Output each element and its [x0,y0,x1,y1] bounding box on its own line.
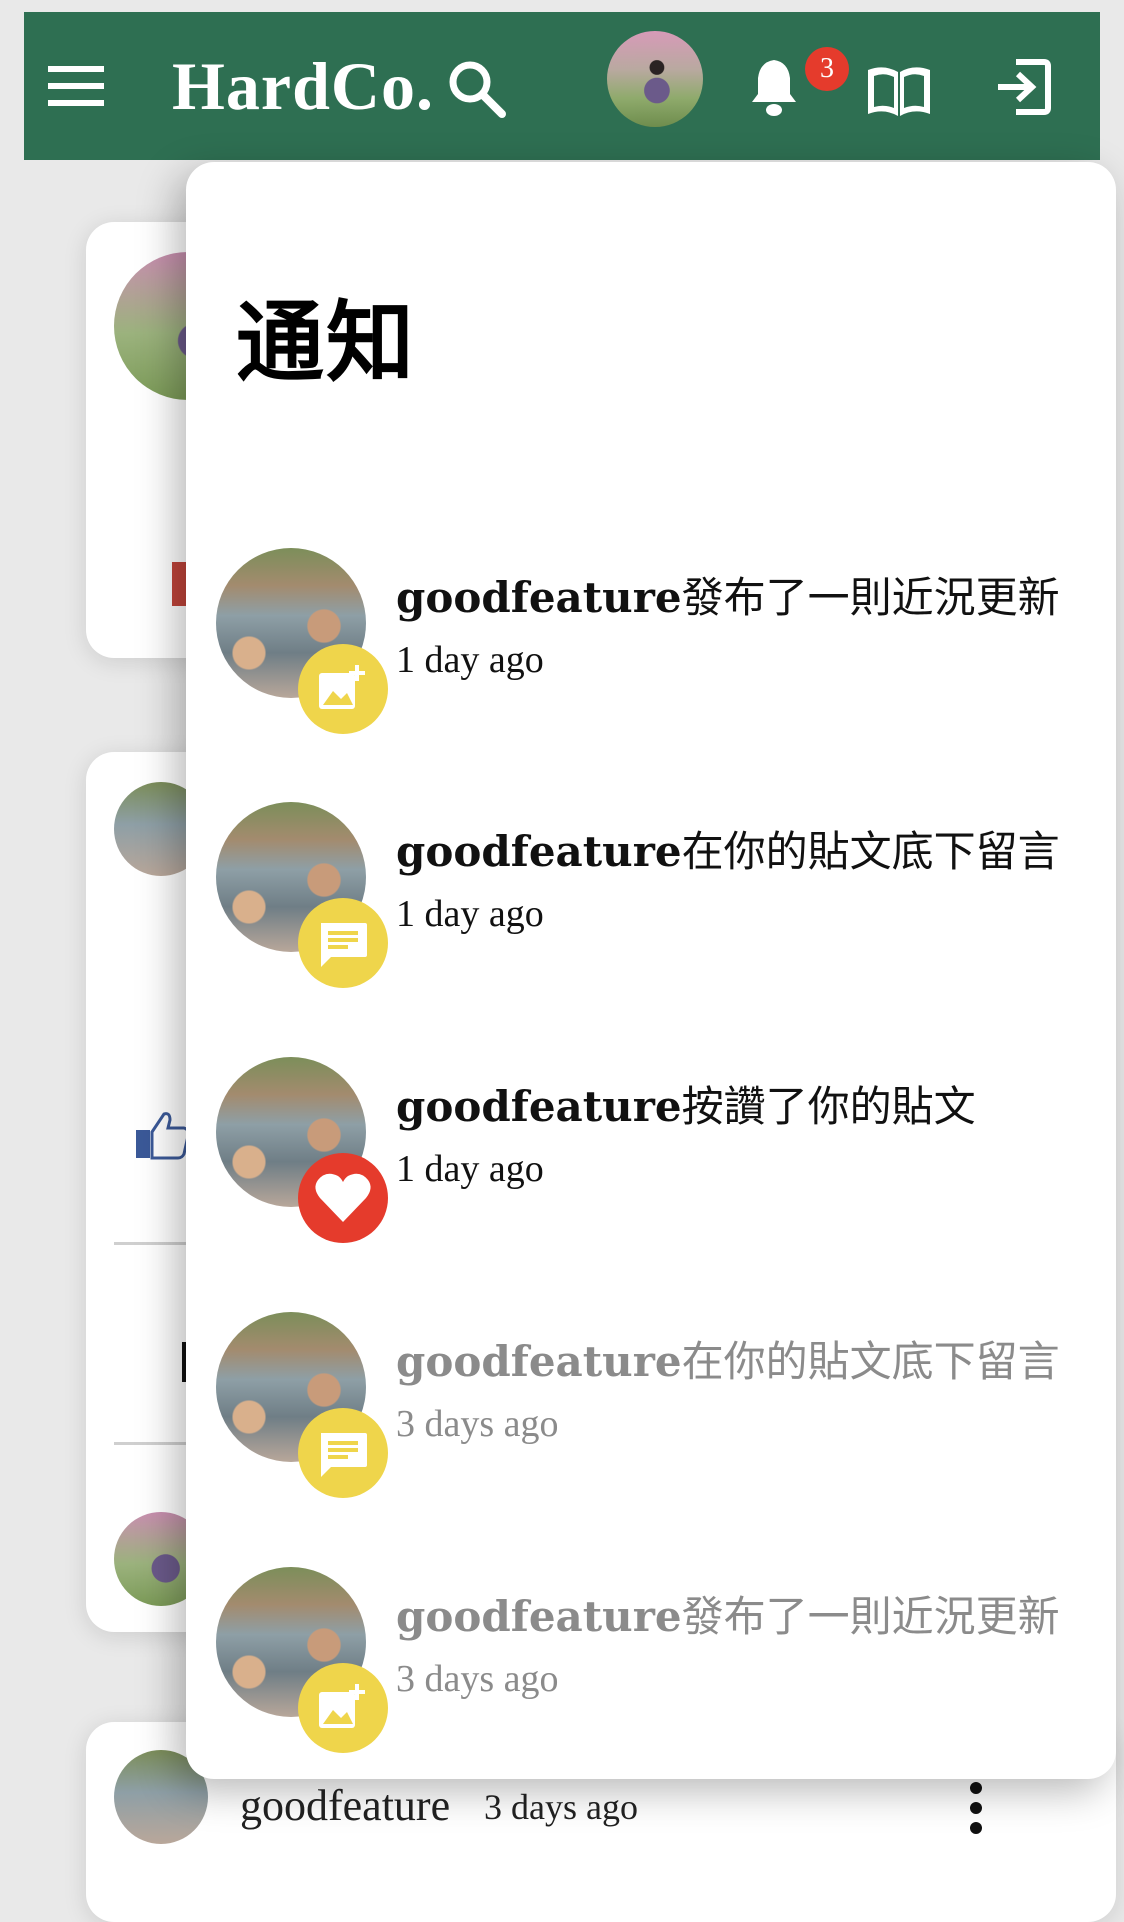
like-badge [298,1153,388,1243]
thumbs-up-icon[interactable] [134,1106,190,1162]
notification-text: goodfeature在你的貼文底下留言 [396,818,1060,879]
bottom-post-time: 3 days ago [484,1787,638,1827]
bottom-post-username[interactable]: goodfeature [240,1780,450,1831]
notification-username[interactable]: goodfeature [396,827,682,876]
notification-time: 3 days ago [396,1403,559,1445]
comment-icon [321,923,367,967]
notification-item[interactable]: goodfeature在你的貼文底下留言 1 day ago [216,802,1096,1002]
notification-text: goodfeature發布了一則近況更新 [396,1583,1060,1644]
notification-count-badge: 3 [805,47,849,91]
notification-item[interactable]: goodfeature按讚了你的貼文 1 day ago [216,1057,1096,1257]
comment-badge [298,1408,388,1498]
notification-username[interactable]: goodfeature [396,573,682,622]
notification-time: 1 day ago [396,893,544,935]
search-icon[interactable] [448,60,506,118]
notification-action: 發布了一則近況更新 [681,1592,1060,1641]
comment-icon [321,1433,367,1477]
logout-icon[interactable] [994,58,1052,116]
notification-item[interactable]: goodfeature發布了一則近況更新 3 days ago [216,1567,1096,1767]
panel-title: 通知 [236,291,417,394]
notification-action: 在你的貼文底下留言 [681,827,1060,876]
more-options-icon[interactable] [964,1780,988,1836]
notification-item[interactable]: goodfeature發布了一則近況更新 1 day ago [216,548,1096,748]
notification-text: goodfeature發布了一則近況更新 [396,564,1060,625]
notification-username[interactable]: goodfeature [396,1592,682,1641]
add-photo-icon [319,665,365,709]
notification-item[interactable]: goodfeature在你的貼文底下留言 3 days ago [216,1312,1096,1512]
menu-icon[interactable] [48,64,104,108]
notification-action: 在你的貼文底下留言 [681,1337,1060,1386]
post-update-badge [298,644,388,734]
comment-badge [298,898,388,988]
user-avatar[interactable] [607,31,703,127]
top-navbar: HardCo. 3 [24,12,1100,160]
card-text-fragment [172,562,186,606]
notification-action: 發布了一則近況更新 [681,573,1060,622]
add-photo-icon [319,1684,365,1728]
notification-time: 3 days ago [396,1658,559,1700]
bell-icon[interactable] [748,56,800,118]
notification-time: 1 day ago [396,639,544,681]
notifications-panel: 通知 goodfeature發布了一則近況更新 1 day ago goodfe… [186,162,1116,1779]
book-icon[interactable] [864,62,934,118]
heart-icon [315,1173,371,1222]
notification-username[interactable]: goodfeature [396,1082,682,1131]
post-update-badge [298,1663,388,1753]
brand-logo[interactable]: HardCo. [172,48,434,124]
notification-username[interactable]: goodfeature [396,1337,682,1386]
notification-text: goodfeature按讚了你的貼文 [396,1073,976,1134]
notification-text: goodfeature在你的貼文底下留言 [396,1328,1060,1389]
notification-action: 按讚了你的貼文 [681,1082,976,1131]
notification-time: 1 day ago [396,1148,544,1190]
